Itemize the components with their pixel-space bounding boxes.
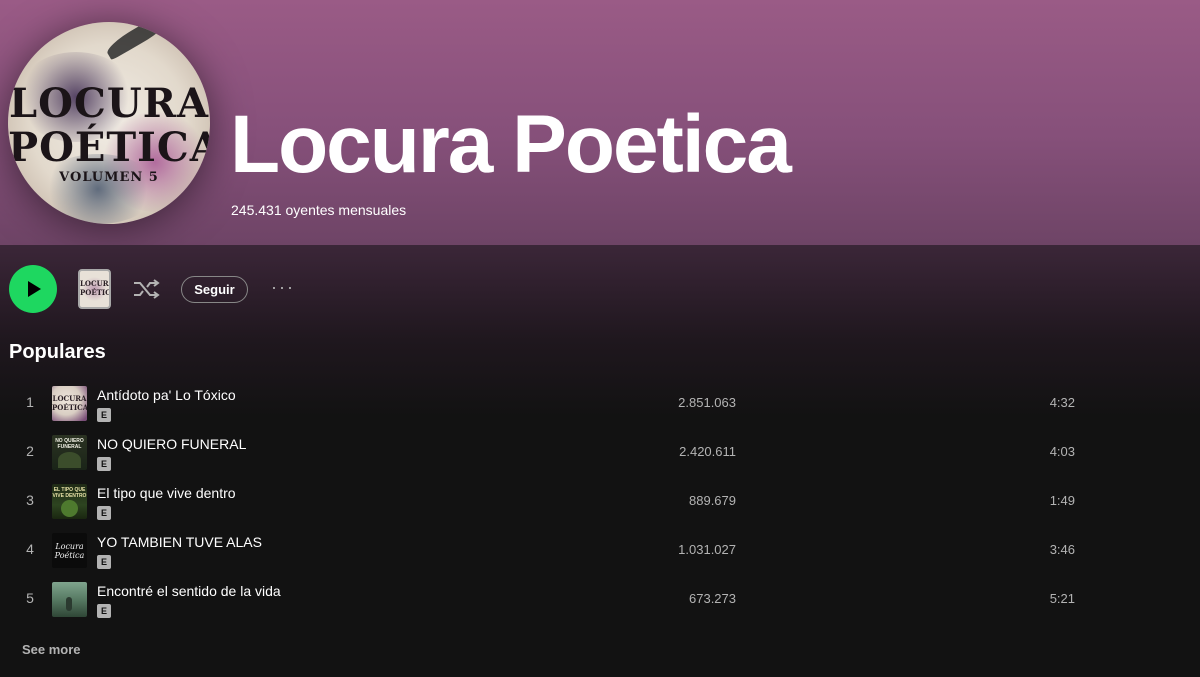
track-cover: EL TIPO QUE VIVE DENTRO <box>52 484 87 519</box>
artist-header: LOCURA POÉTICA VOLUMEN 5 Locura Poetica … <box>0 0 1200 245</box>
track-number: 3 <box>26 492 34 508</box>
track-row[interactable]: 4 Locura Poética YO TAMBIEN TUVE ALAS E … <box>0 528 1200 577</box>
play-button[interactable] <box>9 265 57 313</box>
track-cover: NO QUIERO FUNERAL <box>52 435 87 470</box>
track-title[interactable]: NO QUIERO FUNERAL <box>97 436 246 452</box>
cover-figure <box>58 452 81 468</box>
track-duration: 5:21 <box>1049 591 1075 606</box>
avatar-logo-line: POÉTICA <box>8 124 210 171</box>
track-cover-text: LOCURA POÉTICA <box>52 394 87 412</box>
track-cover: Locura Poética <box>52 533 87 568</box>
follow-button[interactable]: Seguir <box>181 276 248 303</box>
track-plays: 673.273 <box>689 591 736 606</box>
explicit-badge: E <box>97 604 111 618</box>
play-icon <box>28 281 41 297</box>
explicit-badge: E <box>97 555 111 569</box>
track-number: 4 <box>26 541 34 557</box>
shuffle-icon[interactable] <box>132 278 160 300</box>
feather-icon <box>103 22 173 61</box>
cover-figure <box>66 597 72 611</box>
track-number: 2 <box>26 443 34 459</box>
track-duration: 1:49 <box>1049 493 1075 508</box>
track-plays: 1.031.027 <box>678 542 736 557</box>
see-more-link[interactable]: See more <box>22 642 81 657</box>
track-title[interactable]: Encontré el sentido de la vida <box>97 583 281 599</box>
track-cover-text: NO QUIERO FUNERAL <box>55 438 84 450</box>
track-duration: 3:46 <box>1049 542 1075 557</box>
artist-content: LOCURA POÉTICA Seguir ··· Populares 1 LO… <box>0 245 1200 677</box>
more-options-icon[interactable]: ··· <box>268 277 298 301</box>
explicit-badge: E <box>97 457 111 471</box>
now-playing-cover[interactable]: LOCURA POÉTICA <box>78 269 111 309</box>
popular-section-title: Populares <box>9 341 106 363</box>
mini-cover-text: LOCURA POÉTICA <box>80 279 111 297</box>
track-title[interactable]: Antídoto pa' Lo Tóxico <box>97 387 236 403</box>
track-number: 5 <box>26 590 34 606</box>
explicit-badge: E <box>97 408 111 422</box>
track-plays: 2.851.063 <box>678 395 736 410</box>
track-row[interactable]: 2 NO QUIERO FUNERAL NO QUIERO FUNERAL E … <box>0 430 1200 479</box>
track-row[interactable]: 1 LOCURA POÉTICA Antídoto pa' Lo Tóxico … <box>0 381 1200 430</box>
track-cover-text: EL TIPO QUE VIVE DENTRO <box>52 487 87 499</box>
track-plays: 2.420.611 <box>679 444 736 459</box>
avatar-logo-subtitle: VOLUMEN 5 <box>59 170 159 185</box>
artist-avatar: LOCURA POÉTICA VOLUMEN 5 <box>8 22 210 224</box>
track-title[interactable]: YO TAMBIEN TUVE ALAS <box>97 534 262 550</box>
track-cover: LOCURA POÉTICA <box>52 386 87 421</box>
track-row[interactable]: 3 EL TIPO QUE VIVE DENTRO El tipo que vi… <box>0 479 1200 528</box>
artist-name: Locura Poetica <box>230 99 792 190</box>
track-duration: 4:03 <box>1049 444 1075 459</box>
monthly-listeners: 245.431 oyentes mensuales <box>231 202 407 218</box>
track-cover-text: Locura Poética <box>54 542 85 560</box>
track-cover <box>52 582 87 617</box>
track-duration: 4:32 <box>1049 395 1075 410</box>
track-plays: 889.679 <box>689 493 736 508</box>
avatar-logo-line: LOCURA <box>9 80 209 127</box>
explicit-badge: E <box>97 506 111 520</box>
track-title[interactable]: El tipo que vive dentro <box>97 485 236 501</box>
track-row[interactable]: 5 Encontré el sentido de la vida E 673.2… <box>0 577 1200 626</box>
track-number: 1 <box>26 394 34 410</box>
cover-figure <box>61 500 78 517</box>
